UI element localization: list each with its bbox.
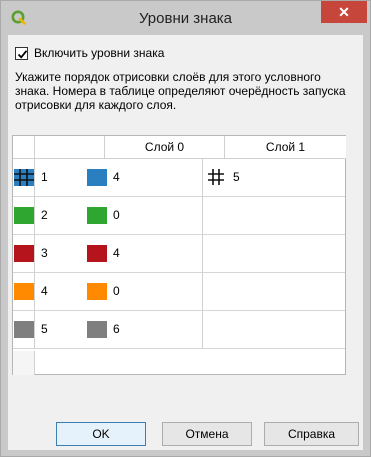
layer-0-cell[interactable]: 4: [83, 235, 203, 272]
layer-0-value: 0: [113, 284, 120, 298]
row-symbol-swatch: [14, 207, 34, 224]
layer-0-swatch: [87, 283, 107, 300]
close-button[interactable]: ✕: [321, 1, 367, 23]
row-header: [13, 235, 35, 272]
layer-0-swatch: [87, 245, 107, 262]
table-row[interactable]: 4 0: [13, 273, 345, 311]
row-label: 2: [41, 208, 48, 222]
symbol-levels-table: Слой 0 Слой 1 1 4 5 2 0 3 4 4 0 5 6: [12, 135, 346, 375]
row-header: [13, 273, 35, 310]
layer-0-swatch: [87, 169, 107, 186]
table-corner: [13, 136, 35, 159]
layer-0-cell[interactable]: 6: [83, 311, 203, 348]
row-symbol-swatch: [14, 245, 34, 262]
table-header-empty: [35, 136, 105, 159]
enable-symbol-levels-row[interactable]: Включить уровни знака: [15, 45, 164, 61]
row-header: [13, 159, 35, 196]
row-header-filler: [13, 351, 35, 375]
row-symbol-swatch: [14, 321, 34, 338]
row-symbol-swatch: [14, 283, 34, 300]
row-header: [13, 197, 35, 234]
ok-button[interactable]: OK: [56, 422, 146, 446]
column-header-layer-0[interactable]: Слой 0: [105, 136, 225, 159]
grid-icon: [208, 169, 224, 185]
layer-1-cell[interactable]: [203, 311, 325, 348]
layer-1-cell[interactable]: [203, 273, 325, 310]
table-row[interactable]: 5 6: [13, 311, 345, 349]
checkmark-icon: [17, 49, 28, 59]
layer-0-value: 4: [113, 246, 120, 260]
layer-0-cell[interactable]: 0: [83, 273, 203, 310]
row-label: 4: [41, 284, 48, 298]
window-title: Уровни знака: [138, 10, 233, 27]
layer-0-cell[interactable]: 4: [83, 159, 203, 196]
enable-symbol-levels-label: Включить уровни знака: [34, 46, 165, 60]
layer-0-value: 4: [113, 170, 120, 184]
dialog-window: Уровни знака ✕ Включить уровни знака Ука…: [0, 0, 371, 457]
layer-0-value: 6: [113, 322, 120, 336]
row-label: 3: [41, 246, 48, 260]
layer-1-cell[interactable]: [203, 235, 325, 272]
layer-0-cell[interactable]: 0: [83, 197, 203, 234]
layer-0-swatch: [87, 321, 107, 338]
layer-1-cell[interactable]: 5: [203, 159, 325, 196]
layer-1-cell[interactable]: [203, 197, 325, 234]
table-row[interactable]: 3 4: [13, 235, 345, 273]
description-text: Укажите порядок отрисовки слоёв для этог…: [15, 70, 346, 112]
title-bar[interactable]: Уровни знака ✕: [1, 1, 370, 35]
layer-0-value: 0: [113, 208, 120, 222]
row-label: 1: [41, 170, 48, 184]
table-row[interactable]: 2 0: [13, 197, 345, 235]
layer-0-swatch: [87, 207, 107, 224]
table-row[interactable]: 1 4 5: [13, 159, 345, 197]
enable-symbol-levels-checkbox[interactable]: [15, 46, 28, 60]
row-header: [13, 311, 35, 348]
help-button[interactable]: Справка: [264, 422, 359, 446]
row-symbol-grid-icon: [14, 169, 34, 186]
cancel-button[interactable]: Отмена: [162, 422, 252, 446]
row-label: 5: [41, 322, 48, 336]
column-header-layer-1[interactable]: Слой 1: [225, 136, 346, 159]
layer-1-value: 5: [233, 170, 240, 184]
